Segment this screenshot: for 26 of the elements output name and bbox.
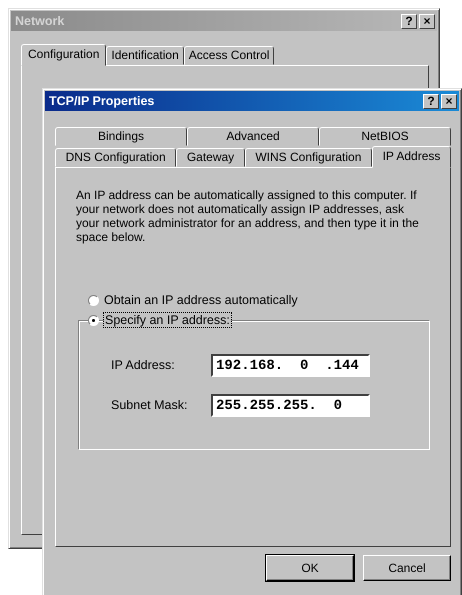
tab[interactable]: WINS Configuration [244, 148, 372, 167]
close-button[interactable]: × [441, 94, 457, 108]
radio-option[interactable]: Obtain an IP address automatically [88, 290, 298, 310]
input-field[interactable]: 255.255.255. 0 [211, 394, 370, 416]
help-button[interactable]: ? [423, 94, 439, 108]
cancel-button[interactable]: Cancel [363, 555, 451, 581]
field-label: Subnet Mask: [111, 398, 188, 412]
tab[interactable]: Identification [106, 46, 184, 65]
radio-button[interactable] [88, 294, 99, 306]
input-field[interactable]: 192.168. 0 .144 [211, 354, 370, 376]
tab[interactable]: Gateway [176, 148, 245, 167]
window-title: TCP/IP Properties [49, 94, 156, 108]
field-label: IP Address: [111, 358, 176, 372]
close-button[interactable]: × [419, 14, 435, 28]
tab[interactable]: Advanced [187, 127, 319, 146]
tab[interactable]: Access Control [184, 46, 274, 65]
ok-button[interactable]: OK [266, 555, 354, 581]
tab[interactable]: IP Address [372, 146, 451, 168]
radio-button[interactable] [88, 314, 99, 326]
description-text: An IP address can be automatically assigned to this computer. If your network does not automatically assign IP addresses, ask your network administrator for an address, and then type it in the space below. [76, 188, 420, 244]
window-title: Network [15, 14, 66, 28]
help-button[interactable]: ? [401, 14, 417, 28]
tab[interactable]: NetBIOS [319, 127, 451, 146]
tab[interactable]: Configuration [21, 44, 106, 66]
tab[interactable]: DNS Configuration [55, 148, 176, 167]
tab[interactable]: Bindings [55, 127, 187, 146]
